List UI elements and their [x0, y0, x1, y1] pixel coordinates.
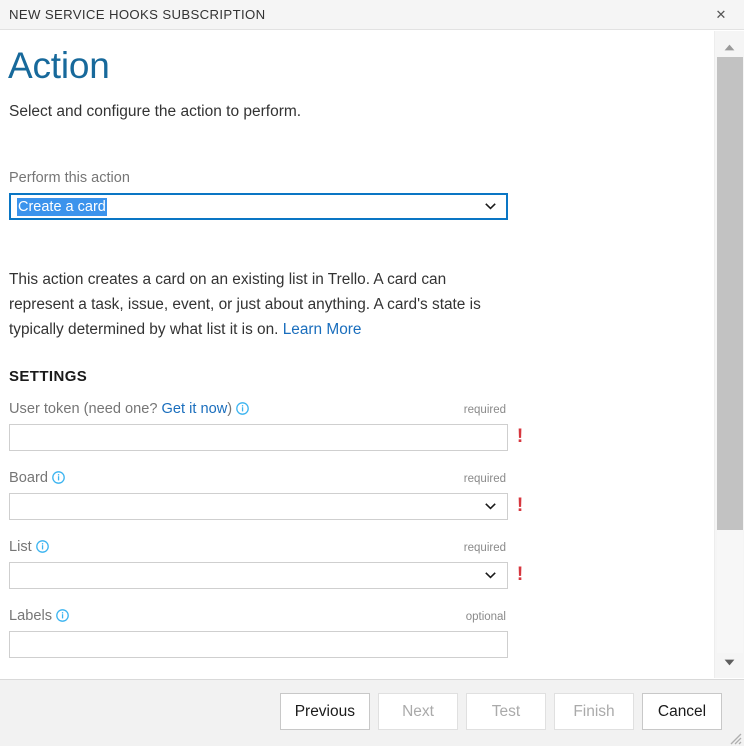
info-icon[interactable]: [56, 609, 69, 622]
settings-heading: SETTINGS: [9, 368, 88, 385]
action-description: This action creates a card on an existin…: [9, 267, 504, 342]
previous-button[interactable]: Previous: [279, 693, 370, 730]
footer-button-row: Previous Next Test Finish Cancel: [279, 693, 722, 730]
field-requirement-2: required: [463, 542, 506, 554]
service-hooks-dialog: NEW SERVICE HOOKS SUBSCRIPTION ✕ Action …: [0, 0, 744, 746]
info-icon[interactable]: [52, 471, 65, 484]
field-error-icon-0: !: [516, 426, 524, 447]
field-link-0[interactable]: Get it now: [162, 401, 228, 417]
dialog-titlebar: NEW SERVICE HOOKS SUBSCRIPTION ✕: [0, 0, 744, 30]
learn-more-link[interactable]: Learn More: [283, 321, 362, 338]
field-label-0: User token (need one? Get it now): [9, 401, 249, 417]
chevron-down-icon: [485, 571, 496, 579]
field-input-0[interactable]: [9, 424, 508, 451]
field-input-3[interactable]: [9, 631, 508, 658]
info-icon[interactable]: [35, 540, 49, 553]
resize-grip-icon[interactable]: [726, 729, 742, 745]
close-icon[interactable]: ✕: [704, 0, 738, 30]
field-error-icon-1: !: [516, 495, 524, 516]
perform-action-selected-value: Create a card: [17, 198, 107, 216]
next-button: Next: [378, 693, 458, 730]
field-error-icon-2: !: [516, 564, 524, 585]
field-select-1[interactable]: [9, 493, 508, 520]
field-label-3: Labels: [9, 608, 69, 624]
page-subtitle: Select and configure the action to perfo…: [9, 103, 302, 120]
finish-button: Finish: [554, 693, 634, 730]
field-requirement-3: optional: [465, 611, 506, 623]
field-requirement-1: required: [463, 473, 506, 485]
dialog-title: NEW SERVICE HOOKS SUBSCRIPTION: [9, 7, 266, 22]
action-description-text: This action creates a card on an existin…: [9, 271, 481, 338]
scroll-down-arrow-icon[interactable]: [715, 653, 744, 672]
field-label-2: List: [9, 539, 49, 555]
dialog-content: Action Select and configure the action t…: [0, 31, 713, 678]
chevron-down-icon: [485, 202, 496, 210]
perform-action-label: Perform this action: [9, 170, 130, 186]
content-scrollbar[interactable]: [714, 31, 744, 678]
perform-action-select[interactable]: Create a card: [9, 193, 508, 220]
cancel-button[interactable]: Cancel: [642, 693, 722, 730]
page-title: Action: [8, 45, 110, 86]
field-requirement-0: required: [463, 404, 506, 416]
info-icon[interactable]: [236, 402, 249, 415]
dialog-footer: Previous Next Test Finish Cancel: [0, 679, 744, 746]
scroll-up-arrow-icon[interactable]: [715, 38, 744, 57]
scrollbar-thumb[interactable]: [717, 57, 743, 530]
chevron-down-icon: [485, 502, 496, 510]
field-label-1: Board: [9, 470, 65, 486]
field-select-2[interactable]: [9, 562, 508, 589]
test-button: Test: [466, 693, 546, 730]
